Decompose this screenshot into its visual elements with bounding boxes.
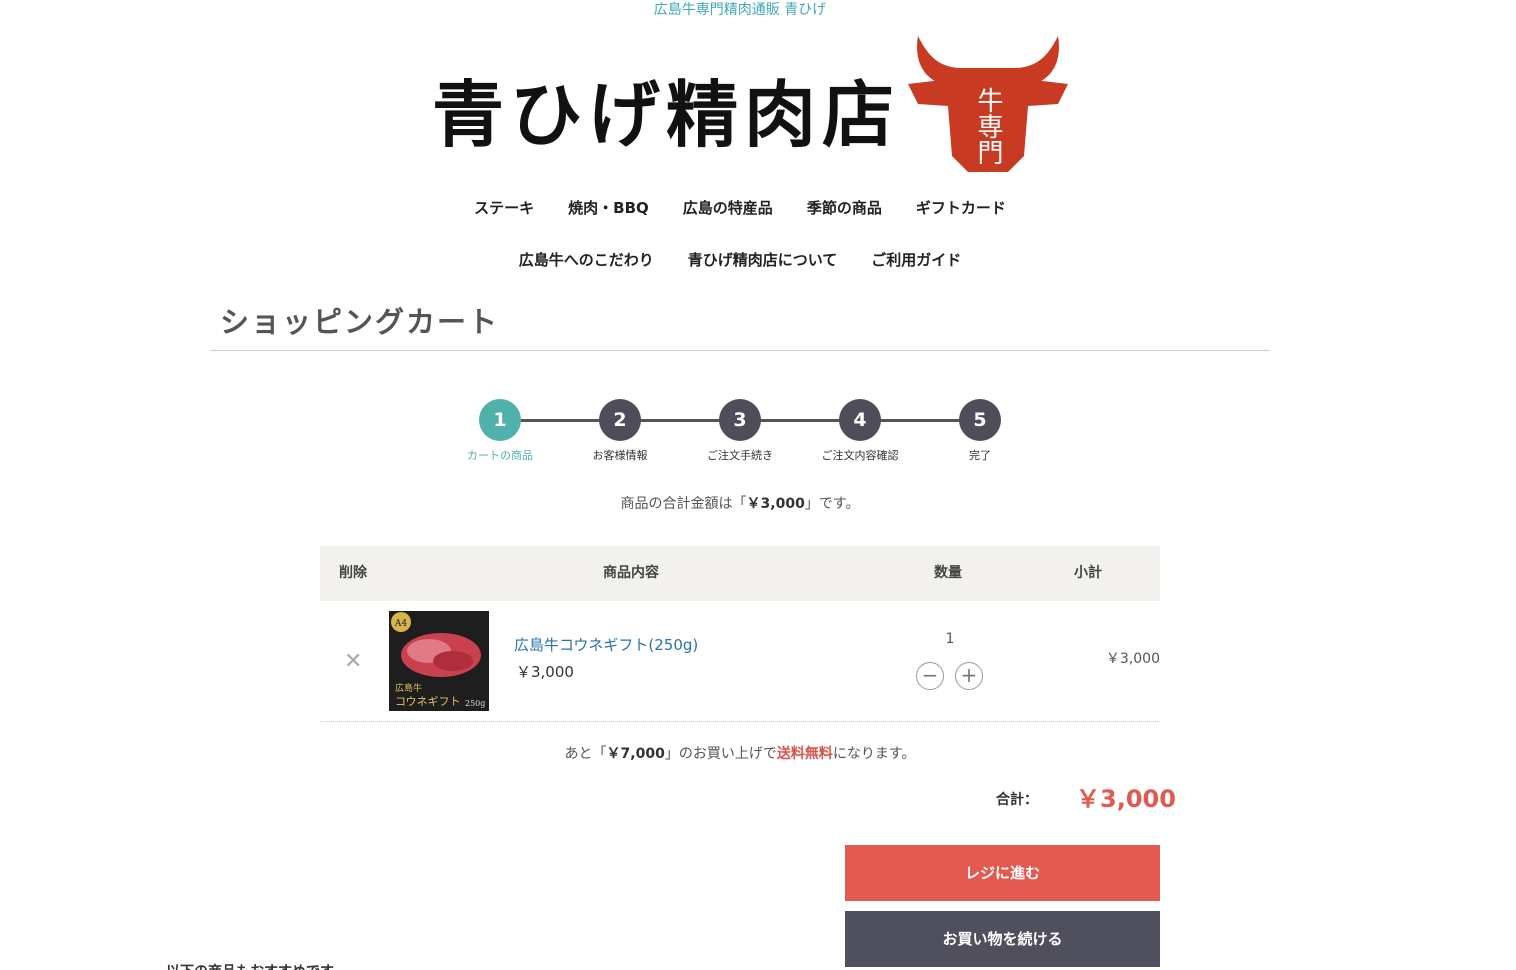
step-label: ご注文手続き <box>707 449 773 462</box>
logo-text: 青ひげ精肉店 <box>432 72 901 157</box>
step-complete: 5 完了 <box>938 399 1022 463</box>
tagline[interactable]: 広島牛専門精肉通販 青ひげ <box>0 0 1480 20</box>
nav-about[interactable]: 青ひげ精肉店について <box>688 250 838 270</box>
step-number: 4 <box>839 399 881 441</box>
header-subtotal: 小計 <box>1074 565 1102 581</box>
step-number: 1 <box>479 399 521 441</box>
nav-commitment[interactable]: 広島牛へのこだわり <box>519 250 654 270</box>
free-shipping-message: あと「￥7,000」のお買い上げで送料無料になります。 <box>0 744 1480 764</box>
free-msg-amount: ￥7,000 <box>606 746 665 762</box>
thumb-weight: 250g <box>465 699 485 708</box>
cart-table: 削除 商品内容 数量 小計 ✕ A4 広島牛 コウネギフト 250g 広島牛コウ… <box>320 546 1160 722</box>
checkout-button[interactable]: レジに進む <box>845 845 1160 901</box>
step-number: 2 <box>599 399 641 441</box>
checkout-steps: 1 カートの商品 2 お客様情報 3 ご注文手続き 4 ご注文内容確認 5 完了 <box>458 399 1022 469</box>
nav-hiroshima-specialties[interactable]: 広島の特産品 <box>683 198 773 218</box>
page-title: ショッピングカート <box>220 305 500 339</box>
step-order-confirm: 4 ご注文内容確認 <box>818 399 902 463</box>
total-msg-prefix: 商品の合計金額は「 <box>620 496 747 512</box>
total-msg-amount: ￥3,000 <box>746 496 805 512</box>
main-nav-row-2: 広島牛へのこだわり 青ひげ精肉店について ご利用ガイド <box>0 250 1480 270</box>
title-divider <box>210 350 1270 351</box>
continue-shopping-button[interactable]: お買い物を続ける <box>845 911 1160 967</box>
free-msg-middle: 」のお買い上げで <box>664 746 777 762</box>
thumb-caption: コウネギフト <box>395 695 461 708</box>
total-label: 合計： <box>996 792 1038 808</box>
step-label: ご注文内容確認 <box>821 449 899 462</box>
nav-yakiniku-bbq[interactable]: 焼肉・BBQ <box>568 198 649 218</box>
step-label: 完了 <box>969 449 991 462</box>
total-msg-suffix: 」です。 <box>804 496 860 512</box>
product-price: ￥3,000 <box>516 663 574 681</box>
nav-steak[interactable]: ステーキ <box>474 198 534 218</box>
header-product: 商品内容 <box>603 565 659 581</box>
step-customer-info: 2 お客様情報 <box>578 399 662 463</box>
step-label: カートの商品 <box>467 449 533 462</box>
header-delete: 削除 <box>339 565 367 581</box>
step-number: 5 <box>959 399 1001 441</box>
product-name-link[interactable]: 広島牛コウネギフト(250g) <box>514 635 698 655</box>
remove-item-icon[interactable]: ✕ <box>344 650 362 674</box>
nav-seasonal[interactable]: 季節の商品 <box>807 198 882 218</box>
step-label: お客様情報 <box>592 449 648 462</box>
recommendations-heading: 以下の商品もおすすめです <box>166 962 334 970</box>
thumb-badge: A4 <box>394 619 407 629</box>
step-order-process: 3 ご注文手続き <box>698 399 782 463</box>
free-msg-prefix: あと「 <box>564 746 607 762</box>
decrease-quantity-button[interactable]: − <box>916 662 944 690</box>
quantity-value: 1 <box>945 631 955 647</box>
bull-logo-icon: 牛専門 <box>908 36 1068 172</box>
cart-total-message: 商品の合計金額は「￥3,000」です。 <box>0 494 1480 514</box>
site-logo[interactable]: 青ひげ精肉店 牛専門 <box>432 26 1068 176</box>
cart-table-header: 削除 商品内容 数量 小計 <box>320 546 1160 601</box>
header-quantity: 数量 <box>934 565 962 581</box>
row-subtotal: ￥3,000 <box>1105 651 1160 667</box>
increase-quantity-button[interactable]: + <box>955 662 983 690</box>
free-msg-suffix: になります。 <box>832 746 916 762</box>
nav-guide[interactable]: ご利用ガイド <box>871 250 961 270</box>
step-cart: 1 カートの商品 <box>458 399 542 463</box>
total-value: ￥3,000 <box>1076 785 1176 813</box>
table-row: ✕ A4 広島牛 コウネギフト 250g 広島牛コウネギフト(250g) ￥3,… <box>320 601 1160 722</box>
free-shipping-highlight: 送料無料 <box>776 746 833 762</box>
thumb-caption-top: 広島牛 <box>395 682 422 694</box>
nav-gift-card[interactable]: ギフトカード <box>916 198 1006 218</box>
step-number: 3 <box>719 399 761 441</box>
product-thumbnail[interactable]: A4 広島牛 コウネギフト 250g <box>389 611 489 711</box>
logo-mark-text: 牛専門 <box>973 87 1003 165</box>
main-nav-row-1: ステーキ 焼肉・BBQ 広島の特産品 季節の商品 ギフトカード <box>0 198 1480 218</box>
